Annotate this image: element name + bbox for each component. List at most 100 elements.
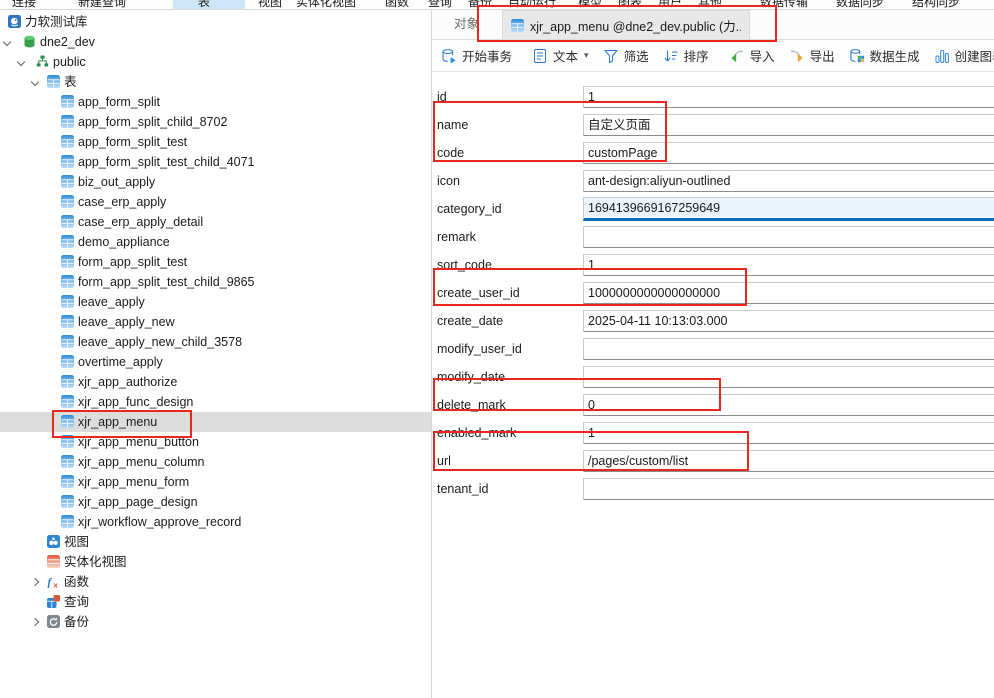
tree-item-视图[interactable]: 视图: [0, 532, 431, 552]
table-icon: [47, 75, 60, 88]
field-row-category_id: category_id1694139669167259649: [437, 195, 994, 223]
tree-item-leave_apply_new_child_3578[interactable]: leave_apply_new_child_3578: [0, 332, 431, 352]
main-toolbar-item-1[interactable]: 连接: [12, 0, 36, 10]
sort-icon: [663, 48, 679, 64]
main-toolbar-item-8[interactable]: 备份: [468, 0, 492, 10]
export-button[interactable]: 导出: [782, 43, 842, 69]
field-input-sort_code[interactable]: 1: [583, 254, 994, 276]
export-icon: [789, 48, 805, 64]
tree-item-app_form_split_test[interactable]: app_form_split_test: [0, 132, 431, 152]
main-toolbar-item-13[interactable]: 其他: [698, 0, 722, 10]
chevron-down-icon[interactable]: [3, 38, 11, 46]
tree-item-biz_out_apply[interactable]: biz_out_apply: [0, 172, 431, 192]
field-label-icon: icon: [437, 167, 579, 195]
field-input-id[interactable]: 1: [583, 86, 994, 108]
filter-button[interactable]: 筛选: [596, 43, 656, 69]
chevron-right-icon[interactable]: [31, 578, 39, 586]
navicat-window: 连接新建查询表视图实体化视图函数查询备份自动运行模型图表用户其他数据传输数据同步…: [0, 0, 994, 698]
tree-item-表[interactable]: 表: [0, 72, 431, 92]
tree-item-查询[interactable]: 查询: [0, 592, 431, 612]
chevron-right-icon[interactable]: [31, 618, 39, 626]
field-row-code: codecustomPage: [437, 139, 994, 167]
table-icon: [61, 395, 74, 408]
tree-item-app_form_split_child_8702[interactable]: app_form_split_child_8702: [0, 112, 431, 132]
tree-item-app_form_split_test_child_4071[interactable]: app_form_split_test_child_4071: [0, 152, 431, 172]
main-toolbar-item-15[interactable]: 数据同步: [836, 0, 884, 10]
tab-xjr-app-menu[interactable]: xjr_app_menu @dne2_dev.public (力...: [502, 10, 750, 39]
main-toolbar-item-14[interactable]: 数据传输: [760, 0, 808, 10]
main-toolbar-item-11[interactable]: 图表: [618, 0, 642, 10]
table-icon: [61, 155, 74, 168]
main-toolbar-item-3[interactable]: 表: [198, 0, 210, 10]
tree-item-xjr_app_menu_button[interactable]: xjr_app_menu_button: [0, 432, 431, 452]
chevron-down-icon[interactable]: [31, 78, 39, 86]
tab-objects[interactable]: 对象: [440, 10, 493, 39]
tree-item-case_erp_apply_detail[interactable]: case_erp_apply_detail: [0, 212, 431, 232]
table-icon: [61, 295, 74, 308]
field-input-modify_date[interactable]: [583, 366, 994, 388]
tree-item-app_form_split[interactable]: app_form_split: [0, 92, 431, 112]
main-toolbar-item-6[interactable]: 函数: [385, 0, 409, 10]
tree-item-demo_appliance[interactable]: demo_appliance: [0, 232, 431, 252]
object-tree-panel[interactable]: 力软测试库dne2_devpublic表app_form_splitapp_fo…: [0, 10, 431, 698]
tree-item-form_app_split_test_child_9865[interactable]: form_app_split_test_child_9865: [0, 272, 431, 292]
chevron-down-icon[interactable]: ▾: [584, 50, 589, 61]
tree-item-public[interactable]: public: [0, 52, 431, 72]
tree-item-xjr_app_menu_column[interactable]: xjr_app_menu_column: [0, 452, 431, 472]
tree-item-dne2_dev[interactable]: dne2_dev: [0, 32, 431, 52]
tree-item-xjr_app_menu_form[interactable]: xjr_app_menu_form: [0, 472, 431, 492]
text-view-button[interactable]: 文本▾: [525, 43, 596, 69]
tree-item-label: public: [53, 52, 86, 72]
database-icon: [23, 35, 36, 48]
tree-item-leave_apply_new[interactable]: leave_apply_new: [0, 312, 431, 332]
main-toolbar-item-5[interactable]: 实体化视图: [296, 0, 356, 10]
main-toolbar-item-12[interactable]: 用户: [658, 0, 682, 10]
main-toolbar-item-7[interactable]: 查询: [428, 0, 452, 10]
chevron-down-icon[interactable]: [17, 58, 25, 66]
begin-transaction-button[interactable]: 开始事务: [434, 43, 519, 69]
field-input-code[interactable]: customPage: [583, 142, 994, 164]
field-input-create_user_id[interactable]: 1000000000000000000: [583, 282, 994, 304]
table-icon: [61, 235, 74, 248]
tree-item-overtime_apply[interactable]: overtime_apply: [0, 352, 431, 372]
sort-button[interactable]: 排序: [656, 43, 716, 69]
field-input-url[interactable]: /pages/custom/list: [583, 450, 994, 472]
tree-item-xjr_app_menu[interactable]: xjr_app_menu: [0, 412, 431, 432]
main-toolbar-item-9[interactable]: 自动运行: [508, 0, 556, 10]
tree-item-xjr_app_page_design[interactable]: xjr_app_page_design: [0, 492, 431, 512]
tree-item-xjr_workflow_approve_record[interactable]: xjr_workflow_approve_record: [0, 512, 431, 532]
field-input-create_date[interactable]: 2025-04-11 10:13:03.000: [583, 310, 994, 332]
tree-item-xjr_app_authorize[interactable]: xjr_app_authorize: [0, 372, 431, 392]
main-toolbar-item-16[interactable]: 结构同步: [912, 0, 960, 10]
field-label-tenant_id: tenant_id: [437, 475, 579, 503]
field-input-remark[interactable]: [583, 226, 994, 248]
main-toolbar-item-10[interactable]: 模型: [578, 0, 602, 10]
field-row-create_date: create_date2025-04-11 10:13:03.000: [437, 307, 994, 335]
tree-item-备份[interactable]: 备份: [0, 612, 431, 632]
create-chart-button[interactable]: 创建图表: [927, 43, 994, 69]
tree-item-label: xjr_workflow_approve_record: [78, 512, 241, 532]
field-input-enabled_mark[interactable]: 1: [583, 422, 994, 444]
main-toolbar-item-4[interactable]: 视图: [258, 0, 282, 10]
field-input-category_id[interactable]: 1694139669167259649: [583, 197, 994, 221]
tree-item-力软测试库[interactable]: 力软测试库: [0, 12, 431, 32]
postgres-icon: [8, 15, 21, 28]
toolbar-button-label: 筛选: [624, 46, 649, 65]
tree-item-form_app_split_test[interactable]: form_app_split_test: [0, 252, 431, 272]
data-generation-button[interactable]: 数据生成: [842, 43, 927, 69]
tree-item-leave_apply[interactable]: leave_apply: [0, 292, 431, 312]
import-button[interactable]: 导入: [722, 43, 782, 69]
import-icon: [729, 48, 745, 64]
field-input-delete_mark[interactable]: 0: [583, 394, 994, 416]
tree-item-case_erp_apply[interactable]: case_erp_apply: [0, 192, 431, 212]
tree-item-xjr_app_func_design[interactable]: xjr_app_func_design: [0, 392, 431, 412]
field-input-modify_user_id[interactable]: [583, 338, 994, 360]
tree-item-实体化视图[interactable]: 实体化视图: [0, 552, 431, 572]
main-toolbar-item-2[interactable]: 新建查询: [78, 0, 126, 10]
tree-item-函数[interactable]: fx函数: [0, 572, 431, 592]
table-icon: [61, 95, 74, 108]
content-panel: 对象 xjr_app_menu @dne2_dev.public (力... 开…: [432, 10, 994, 698]
field-input-icon[interactable]: ant-design:aliyun-outlined: [583, 170, 994, 192]
field-input-tenant_id[interactable]: [583, 478, 994, 500]
field-input-name[interactable]: 自定义页面: [583, 114, 994, 136]
